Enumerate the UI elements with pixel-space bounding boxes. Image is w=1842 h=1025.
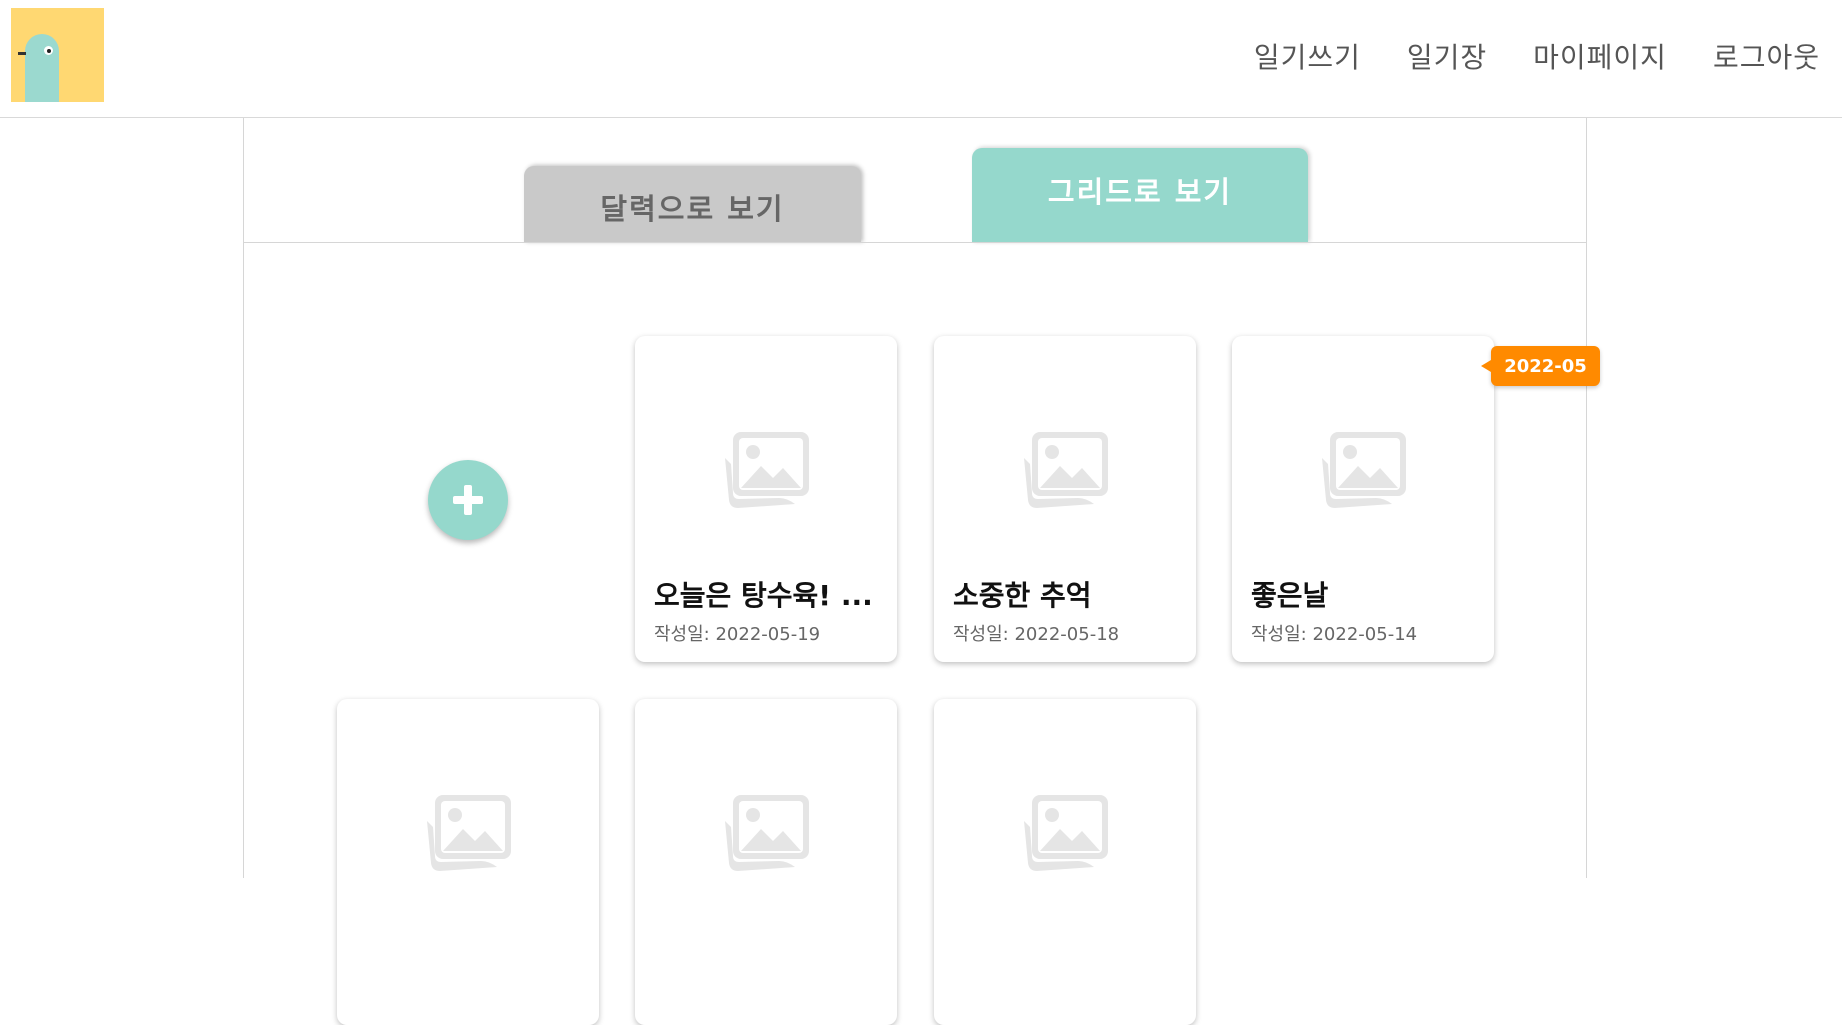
card-date-label: 작성일: — [654, 624, 710, 645]
tab-grid-view[interactable]: 그리드로 보기 — [972, 148, 1308, 243]
add-diary-button[interactable] — [428, 460, 508, 540]
image-placeholder-icon — [427, 795, 511, 871]
card-title: 소중한 추억 — [953, 579, 1092, 612]
image-placeholder-icon — [1024, 795, 1108, 871]
bird-eye — [44, 46, 53, 55]
card-date-row: 작성일: 2022-05-18 — [953, 620, 1119, 646]
diary-card[interactable] — [934, 699, 1196, 1025]
logo[interactable] — [11, 8, 104, 102]
card-date-row: 작성일: 2022-05-14 — [1251, 620, 1417, 646]
plus-icon-bar — [453, 496, 483, 504]
diary-card[interactable] — [337, 699, 599, 1025]
tab-calendar-view[interactable]: 달력으로 보기 — [524, 166, 861, 243]
diary-card[interactable]: 좋은날 작성일: 2022-05-14 — [1232, 336, 1494, 662]
diary-card[interactable]: 오늘은 탕수육! ... 작성일: 2022-05-19 — [635, 336, 897, 662]
nav-logout[interactable]: 로그아웃 — [1713, 36, 1820, 76]
tab-divider — [244, 242, 1586, 243]
image-placeholder-icon — [725, 432, 809, 508]
image-placeholder-icon — [1024, 432, 1108, 508]
card-date: 2022-05-19 — [715, 624, 821, 645]
card-date-label: 작성일: — [1251, 624, 1307, 645]
nav-write-diary[interactable]: 일기쓰기 — [1254, 36, 1361, 76]
card-date-row: 작성일: 2022-05-19 — [654, 620, 820, 646]
month-badge: 2022-05 — [1481, 346, 1600, 386]
diary-card[interactable] — [635, 699, 897, 1025]
diary-card[interactable]: 소중한 추억 작성일: 2022-05-18 — [934, 336, 1196, 662]
nav-diary-book[interactable]: 일기장 — [1407, 36, 1487, 76]
bird-icon — [25, 34, 59, 102]
card-title: 좋은날 — [1251, 579, 1329, 612]
card-date: 2022-05-18 — [1014, 624, 1120, 645]
image-placeholder-icon — [725, 795, 809, 871]
nav-my-page[interactable]: 마이페이지 — [1533, 36, 1667, 76]
bird-beak — [18, 52, 26, 55]
top-nav: 일기쓰기 일기장 마이페이지 로그아웃 — [1254, 36, 1820, 76]
top-header: 일기쓰기 일기장 마이페이지 로그아웃 — [0, 0, 1842, 118]
image-placeholder-icon — [1322, 432, 1406, 508]
card-title: 오늘은 탕수육! ... — [654, 579, 873, 612]
card-date: 2022-05-14 — [1312, 624, 1418, 645]
card-date-label: 작성일: — [953, 624, 1009, 645]
